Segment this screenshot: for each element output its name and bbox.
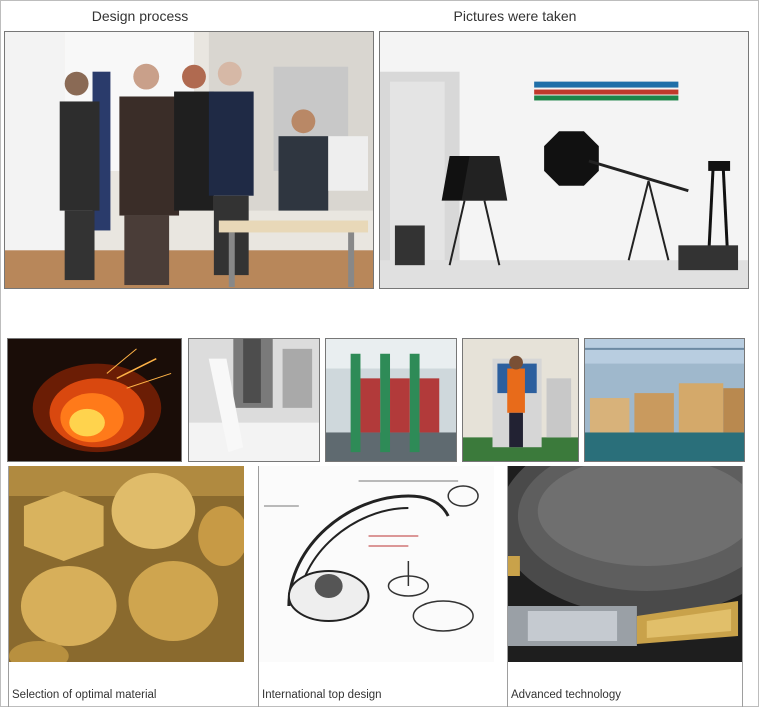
feature-technology: Advanced technology (507, 466, 743, 707)
pictures-taken-caption: Pictures were taken (453, 8, 577, 24)
worker-machine-photo (462, 338, 579, 462)
feature-material: Selection of optimal material (8, 466, 244, 707)
feature-label: International top design (262, 689, 382, 701)
feature-label: Selection of optimal material (12, 689, 157, 701)
machining-line-photo (325, 338, 457, 462)
design-meeting-photo (4, 31, 374, 289)
design-process-caption: Design process (91, 8, 189, 24)
grinding-wheel-photo (508, 466, 742, 662)
faucet-sketch-photo (259, 466, 494, 662)
casting-pour-photo (188, 338, 320, 462)
warehouse-boxes-photo (584, 338, 745, 462)
brass-rods-photo (9, 466, 244, 662)
photo-studio-photo (379, 31, 749, 289)
feature-design: International top design (258, 466, 494, 707)
feature-label: Advanced technology (511, 689, 621, 701)
furnace-fire-photo (7, 338, 182, 462)
